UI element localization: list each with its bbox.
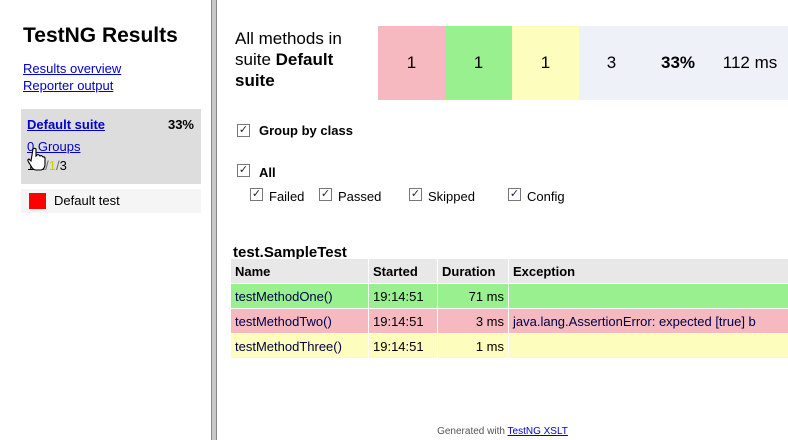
passed-label: Passed — [338, 189, 382, 204]
group-by-class-checkbox[interactable]: ✓ — [237, 124, 250, 137]
method-started: 19:14:51 — [368, 308, 438, 334]
table-row[interactable]: testMethodTwo() 19:14:51 3 ms java.lang.… — [231, 308, 788, 334]
method-exception: java.lang.AssertionError: expected [true… — [508, 308, 788, 334]
summary-title: All methods in suite Default suite — [235, 29, 342, 90]
method-started: 19:14:51 — [368, 333, 438, 359]
skipped-label: Skipped — [428, 189, 475, 204]
app-title: TestNG Results — [23, 24, 178, 47]
results-table: Name Started Duration Exception testMeth… — [231, 259, 788, 359]
checkmark-icon: ✓ — [509, 188, 520, 200]
test-status-indicator — [29, 193, 46, 209]
skipped-checkbox[interactable]: ✓ — [409, 188, 422, 201]
summary-passed-cell: 1 — [445, 26, 512, 100]
failed-checkbox[interactable]: ✓ — [250, 188, 263, 201]
config-checkbox[interactable]: ✓ — [508, 188, 521, 201]
summary-total-cell: 3 — [579, 26, 644, 100]
test-item-label: Default test — [54, 193, 120, 208]
checkmark-icon: ✓ — [238, 164, 249, 176]
suite-percent: 33% — [167, 117, 194, 132]
method-duration: 1 ms — [437, 333, 509, 359]
total-count: 3 — [59, 158, 67, 173]
suite-panel: Default suite 33% 0 Groups 1/1/1/3 — [21, 109, 201, 184]
results-overview-link[interactable]: Results overview — [23, 61, 121, 76]
summary-percent-cell: 33% — [644, 26, 712, 100]
config-label: Config — [527, 189, 565, 204]
checkmark-icon: ✓ — [410, 188, 421, 200]
method-duration: 71 ms — [437, 283, 509, 309]
col-name: Name — [231, 259, 369, 284]
method-exception — [508, 283, 788, 309]
passed-checkbox[interactable]: ✓ — [319, 188, 332, 201]
col-exception: Exception — [508, 259, 788, 284]
sidebar: TestNG Results Results overview Reporter… — [0, 0, 211, 440]
col-started: Started — [368, 259, 438, 284]
method-started: 19:14:51 — [368, 283, 438, 309]
method-name: testMethodOne() — [231, 283, 369, 309]
skipped-count: 1 — [48, 158, 56, 173]
main-content: All methods in suite Default suite 1 1 1… — [217, 0, 788, 440]
group-by-class-label: Group by class — [259, 123, 353, 138]
summary-duration-cell: 112 ms — [712, 26, 788, 100]
summary-failed-cell: 1 — [378, 26, 445, 100]
summary-skipped-cell: 1 — [512, 26, 579, 100]
suite-link[interactable]: Default suite — [27, 117, 105, 132]
table-header: Name Started Duration Exception — [231, 259, 788, 284]
all-checkbox[interactable]: ✓ — [237, 164, 250, 177]
failed-label: Failed — [269, 189, 305, 204]
hand-pointer-icon — [27, 147, 46, 171]
checkmark-icon: ✓ — [320, 188, 331, 200]
testng-xslt-link[interactable]: TestNG XSLT — [508, 426, 568, 437]
method-name: testMethodTwo() — [231, 308, 369, 334]
footer: Generated with TestNG XSLT — [437, 426, 568, 437]
all-label: All — [259, 165, 276, 180]
method-duration: 3 ms — [437, 308, 509, 334]
col-duration: Duration — [437, 259, 509, 284]
method-name: testMethodThree() — [231, 333, 369, 359]
reporter-output-link[interactable]: Reporter output — [23, 78, 113, 93]
table-row[interactable]: testMethodThree() 19:14:51 1 ms — [231, 333, 788, 359]
checkmark-icon: ✓ — [238, 124, 249, 136]
checkmark-icon: ✓ — [251, 188, 262, 200]
test-item-default-test[interactable]: Default test — [21, 189, 201, 213]
method-exception — [508, 333, 788, 359]
table-row[interactable]: testMethodOne() 19:14:51 71 ms — [231, 283, 788, 309]
